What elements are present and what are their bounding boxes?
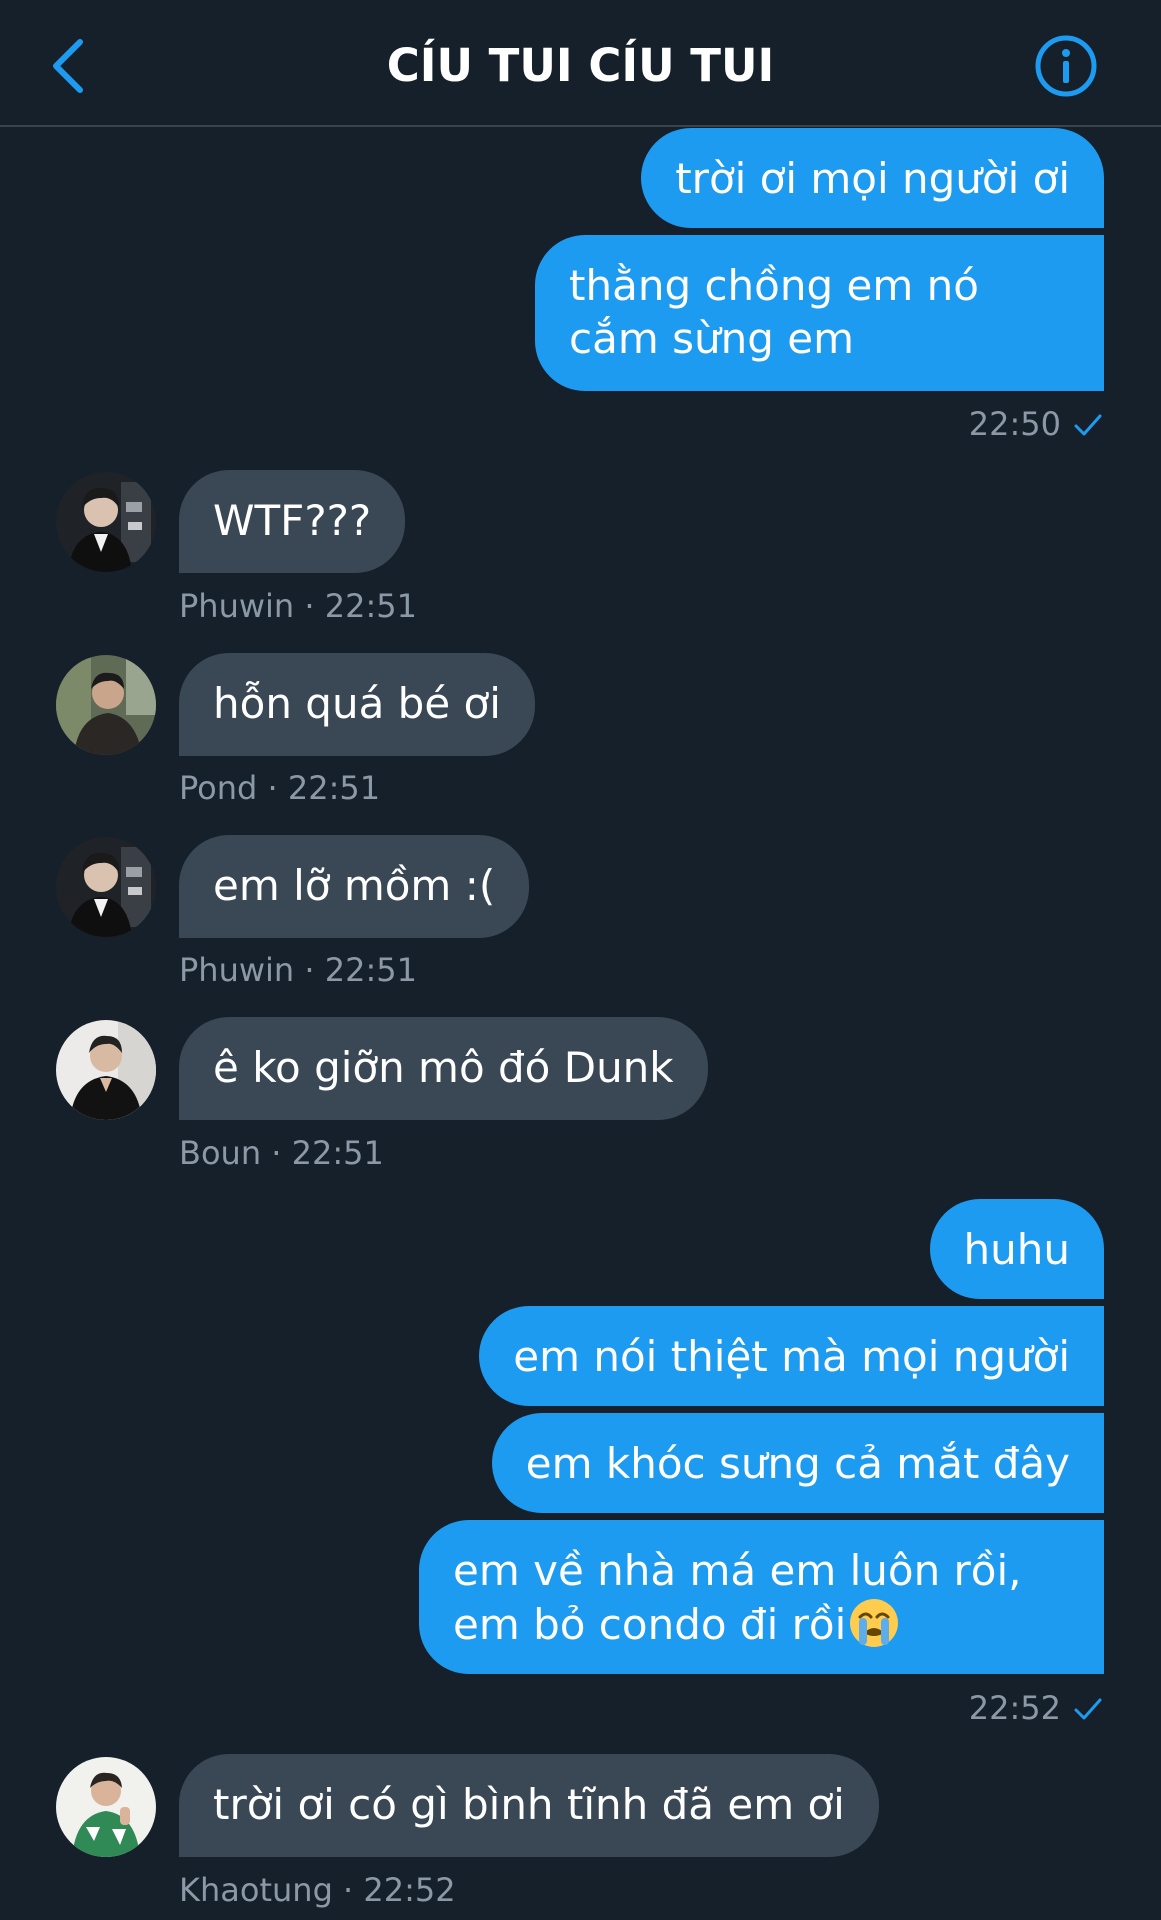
avatar-khaotung[interactable] xyxy=(56,1757,156,1857)
avatar-pond[interactable] xyxy=(56,655,156,755)
checkmark-icon xyxy=(1074,414,1102,436)
incoming-message-bubble[interactable]: hỗn quá bé ơi xyxy=(179,653,535,756)
outgoing-message-bubble[interactable]: em khóc sưng cả mắt đây xyxy=(491,1413,1104,1513)
avatar-boun[interactable] xyxy=(56,1020,156,1120)
outgoing-message-bubble[interactable]: thằng chồng em nó cắm sừng em xyxy=(535,235,1104,391)
chat-header: CÍU TUI CÍU TUI xyxy=(0,0,1161,127)
message-sender-time: Khaotung · 22:52 xyxy=(179,1871,456,1909)
outgoing-message-bubble[interactable]: huhu xyxy=(929,1199,1104,1299)
avatar-phuwin[interactable] xyxy=(56,837,156,937)
message-sender-time: Phuwin · 22:51 xyxy=(179,587,417,625)
message-text: em nói thiệt mà mọi người xyxy=(513,1332,1070,1381)
message-text: trời ơi mọi người ơi xyxy=(675,154,1070,203)
message-text: em về nhà má em luôn rồi, em bỏ condo đi… xyxy=(453,1546,1022,1649)
message-text: thằng chồng em nó cắm sừng em xyxy=(569,261,979,363)
incoming-message-bubble[interactable]: WTF??? xyxy=(179,470,406,573)
message-text: WTF??? xyxy=(213,496,372,545)
message-timestamp: 22:50 xyxy=(969,404,1103,444)
outgoing-message-bubble[interactable]: trời ơi mọi người ơi xyxy=(641,128,1104,228)
message-sender-time: Boun · 22:51 xyxy=(179,1134,384,1172)
checkmark-icon xyxy=(1074,1698,1102,1720)
message-text: hỗn quá bé ơi xyxy=(213,679,501,728)
outgoing-message-bubble[interactable]: em về nhà má em luôn rồi, em bỏ condo đi… xyxy=(419,1520,1104,1674)
incoming-message-bubble[interactable]: trời ơi có gì bình tĩnh đã em ơi xyxy=(179,1754,879,1857)
loudly-crying-face-emoji xyxy=(850,1599,899,1647)
conversation-title[interactable]: CÍU TUI CÍU TUI xyxy=(0,36,1161,96)
message-text: ê ko giỡn mô đó Dunk xyxy=(213,1043,674,1092)
info-button[interactable] xyxy=(1034,34,1098,98)
outgoing-message-bubble[interactable]: em nói thiệt mà mọi người xyxy=(479,1306,1104,1406)
message-text: huhu xyxy=(963,1225,1070,1274)
message-sender-time: Pond · 22:51 xyxy=(179,769,381,807)
message-text: em lỡ mồm :( xyxy=(213,861,496,910)
incoming-message-bubble[interactable]: ê ko giỡn mô đó Dunk xyxy=(179,1017,708,1120)
incoming-message-bubble[interactable]: em lỡ mồm :( xyxy=(179,835,530,938)
info-circle-icon xyxy=(1035,35,1097,97)
message-text: trời ơi có gì bình tĩnh đã em ơi xyxy=(213,1780,845,1829)
message-sender-time: Phuwin · 22:51 xyxy=(179,951,417,989)
message-timestamp: 22:52 xyxy=(969,1688,1103,1728)
avatar-phuwin[interactable] xyxy=(56,472,156,572)
message-text: em khóc sưng cả mắt đây xyxy=(525,1439,1070,1488)
